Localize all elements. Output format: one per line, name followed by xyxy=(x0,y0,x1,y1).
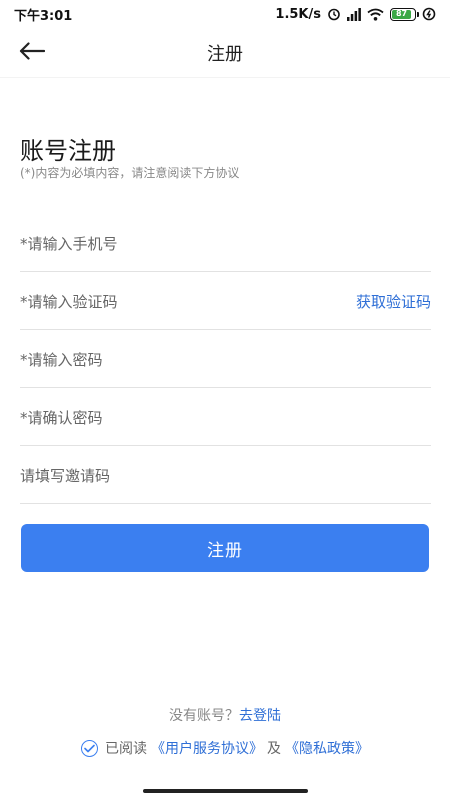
agreement-checkbox[interactable] xyxy=(81,739,98,757)
read-text: 已阅读 xyxy=(105,741,147,757)
privacy-policy-link[interactable]: 《隐私政策》 xyxy=(285,738,369,758)
signal-icon xyxy=(347,7,361,21)
power-saver-icon xyxy=(422,7,436,21)
phone-field-row xyxy=(20,214,431,272)
page-subtitle: (*)内容为必填内容，请注意阅读下方协议 xyxy=(20,166,240,180)
battery-level: 87 xyxy=(392,9,412,19)
status-icons: 1.5K/s 87 xyxy=(275,7,436,22)
status-bar: 下午3:01 1.5K/s 87 xyxy=(0,0,450,28)
and-text: 及 xyxy=(267,741,281,757)
wifi-icon xyxy=(367,8,384,21)
invite-code-input[interactable] xyxy=(20,446,431,503)
arrow-left-icon xyxy=(19,42,46,64)
battery-icon: 87 xyxy=(390,7,419,21)
nav-title: 注册 xyxy=(207,43,243,65)
password-field-row xyxy=(20,330,431,388)
alarm-icon xyxy=(327,7,341,21)
register-button[interactable]: 注册 xyxy=(21,524,429,572)
invite-code-field-row xyxy=(20,446,431,504)
agreement-row: 已阅读 《用户服务协议》 及 《隐私政策》 xyxy=(0,738,450,758)
confirm-password-input[interactable] xyxy=(20,388,431,445)
check-icon xyxy=(84,744,95,752)
phone-input[interactable] xyxy=(20,214,431,271)
password-input[interactable] xyxy=(20,330,431,387)
confirm-password-field-row xyxy=(20,388,431,446)
get-code-button[interactable]: 获取验证码 xyxy=(356,272,431,330)
back-button[interactable] xyxy=(14,36,50,70)
login-prompt: 没有账号？去登陆 xyxy=(0,705,450,725)
status-time: 下午3:01 xyxy=(14,8,73,24)
register-form: 获取验证码 xyxy=(20,214,431,504)
network-speed: 1.5K/s xyxy=(275,6,321,22)
no-account-text: 没有账号？ xyxy=(169,708,239,724)
user-agreement-link[interactable]: 《用户服务协议》 xyxy=(151,738,263,758)
home-indicator[interactable] xyxy=(143,789,308,793)
nav-bar: 注册 xyxy=(0,28,450,78)
code-field-row: 获取验证码 xyxy=(20,272,431,330)
login-link[interactable]: 去登陆 xyxy=(239,708,281,724)
page-title: 账号注册 xyxy=(20,137,116,165)
